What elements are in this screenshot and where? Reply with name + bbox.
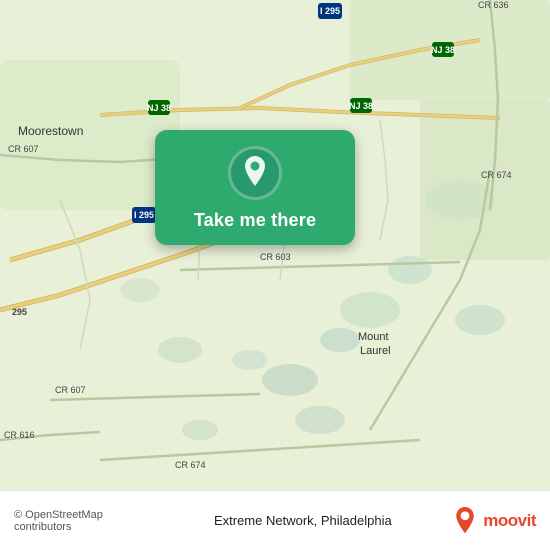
svg-text:CR 603: CR 603 xyxy=(260,252,291,262)
map-container: I 295 NJ 38 NJ 38 NJ 38 I 295 295 CR 607… xyxy=(0,0,550,490)
moovit-pin-icon xyxy=(451,507,479,535)
svg-text:CR 607: CR 607 xyxy=(55,385,86,395)
svg-text:Moorestown: Moorestown xyxy=(18,124,83,138)
svg-text:NJ 38: NJ 38 xyxy=(147,103,171,113)
svg-text:Laurel: Laurel xyxy=(360,345,391,357)
svg-text:I 295: I 295 xyxy=(320,6,340,16)
bottom-bar: © OpenStreetMap contributors Extreme Net… xyxy=(0,490,550,550)
location-pin-icon xyxy=(228,146,282,200)
svg-text:CR 674: CR 674 xyxy=(175,460,206,470)
svg-text:CR 607: CR 607 xyxy=(8,144,39,154)
svg-text:NJ 38: NJ 38 xyxy=(349,101,373,111)
location-info: Extreme Network, Philadelphia xyxy=(162,513,443,528)
svg-text:NJ 38: NJ 38 xyxy=(431,45,455,55)
svg-text:CR 636: CR 636 xyxy=(478,0,509,10)
take-me-there-button[interactable]: Take me there xyxy=(155,130,355,245)
copyright-text: © OpenStreetMap contributors xyxy=(14,509,154,533)
svg-text:I 295: I 295 xyxy=(134,210,154,220)
moovit-brand-text: moovit xyxy=(483,511,536,531)
svg-text:295: 295 xyxy=(12,307,27,317)
svg-text:CR 616: CR 616 xyxy=(4,430,35,440)
svg-text:CR 674: CR 674 xyxy=(481,170,512,180)
svg-text:Mount: Mount xyxy=(358,331,389,343)
tooltip-label: Take me there xyxy=(194,210,316,231)
moovit-logo: moovit xyxy=(451,507,536,535)
